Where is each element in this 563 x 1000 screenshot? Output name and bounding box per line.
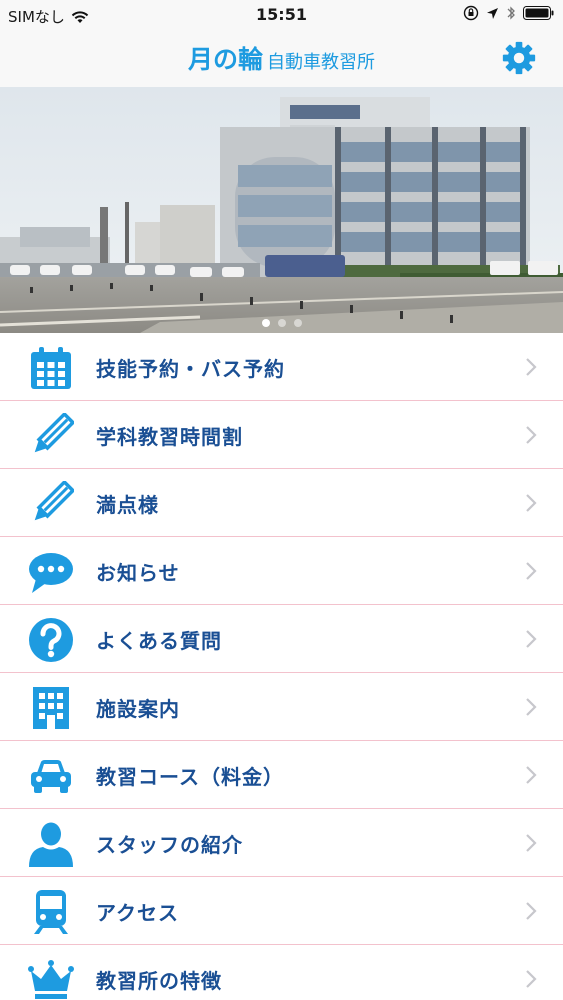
- menu-item-skill-reservation[interactable]: 技能予約・バス予約: [0, 333, 563, 401]
- menu-item-label: アクセス: [96, 901, 179, 925]
- hero-carousel[interactable]: [0, 87, 563, 333]
- menu-item-class-timetable[interactable]: 学科教習時間割: [0, 401, 563, 469]
- chevron-right-icon: [526, 494, 537, 512]
- menu-item-faq[interactable]: よくある質問: [0, 605, 563, 673]
- nav-bar: 月の輪 自動車教習所: [0, 30, 563, 87]
- chevron-right-icon: [526, 766, 537, 784]
- chevron-right-icon: [526, 834, 537, 852]
- chevron-right-icon: [526, 426, 537, 444]
- chevron-right-icon: [526, 902, 537, 920]
- menu-item-access[interactable]: アクセス: [0, 877, 563, 945]
- menu-item-label: お知らせ: [96, 561, 180, 585]
- menu-item-facility[interactable]: 施設案内: [0, 673, 563, 741]
- status-bar: SIMなし 15:51: [0, 0, 563, 30]
- chevron-right-icon: [526, 698, 537, 716]
- building-icon: [33, 687, 69, 729]
- status-right: [463, 5, 555, 21]
- menu-item-staff[interactable]: スタッフの紹介: [0, 809, 563, 877]
- crown-icon: [28, 960, 74, 999]
- question-icon: [29, 618, 73, 662]
- car-icon: [31, 760, 71, 793]
- menu-item-label: 技能予約・バス予約: [96, 357, 285, 381]
- school-building-photo: [0, 87, 563, 333]
- pencil-icon: [34, 413, 74, 453]
- chevron-right-icon: [526, 630, 537, 648]
- menu-item-label: 教習コース（料金）: [96, 765, 284, 789]
- carousel-dot[interactable]: [277, 319, 286, 327]
- menu-item-label: よくある質問: [96, 629, 222, 653]
- train-icon: [34, 890, 68, 934]
- chevron-right-icon: [526, 970, 537, 988]
- main-menu: 技能予約・バス予約 学科教習時間割 満点様 お知らせ よくある質問 施設案内 教…: [0, 333, 563, 1000]
- orientation-lock-icon: [463, 5, 479, 21]
- menu-item-features[interactable]: 教習所の特徴: [0, 945, 563, 1000]
- menu-item-label: スタッフの紹介: [96, 833, 243, 857]
- app-title-sub: 自動車教習所: [267, 52, 375, 73]
- app-title: 月の輪 自動車教習所: [0, 40, 563, 76]
- speech-bubble-icon: [29, 553, 73, 593]
- location-icon: [487, 7, 498, 19]
- gear-icon[interactable]: [500, 39, 538, 77]
- carousel-dot[interactable]: [293, 319, 302, 327]
- bluetooth-icon: [507, 6, 515, 20]
- menu-item-news[interactable]: お知らせ: [0, 537, 563, 605]
- menu-item-course-fees[interactable]: 教習コース（料金）: [0, 741, 563, 809]
- chevron-right-icon: [526, 358, 537, 376]
- pencil-icon: [34, 481, 74, 521]
- menu-item-label: 満点様: [96, 493, 159, 517]
- menu-item-label: 施設案内: [96, 697, 180, 721]
- calendar-icon: [31, 347, 71, 389]
- menu-item-label: 教習所の特徴: [96, 969, 222, 993]
- chevron-right-icon: [526, 562, 537, 580]
- carousel-page-indicator[interactable]: [0, 319, 563, 327]
- app-title-main: 月の輪: [187, 45, 263, 74]
- menu-item-label: 学科教習時間割: [96, 425, 243, 449]
- menu-item-manten[interactable]: 満点様: [0, 469, 563, 537]
- battery-icon: [523, 6, 554, 20]
- person-icon: [29, 822, 73, 867]
- carousel-dot[interactable]: [261, 319, 270, 327]
